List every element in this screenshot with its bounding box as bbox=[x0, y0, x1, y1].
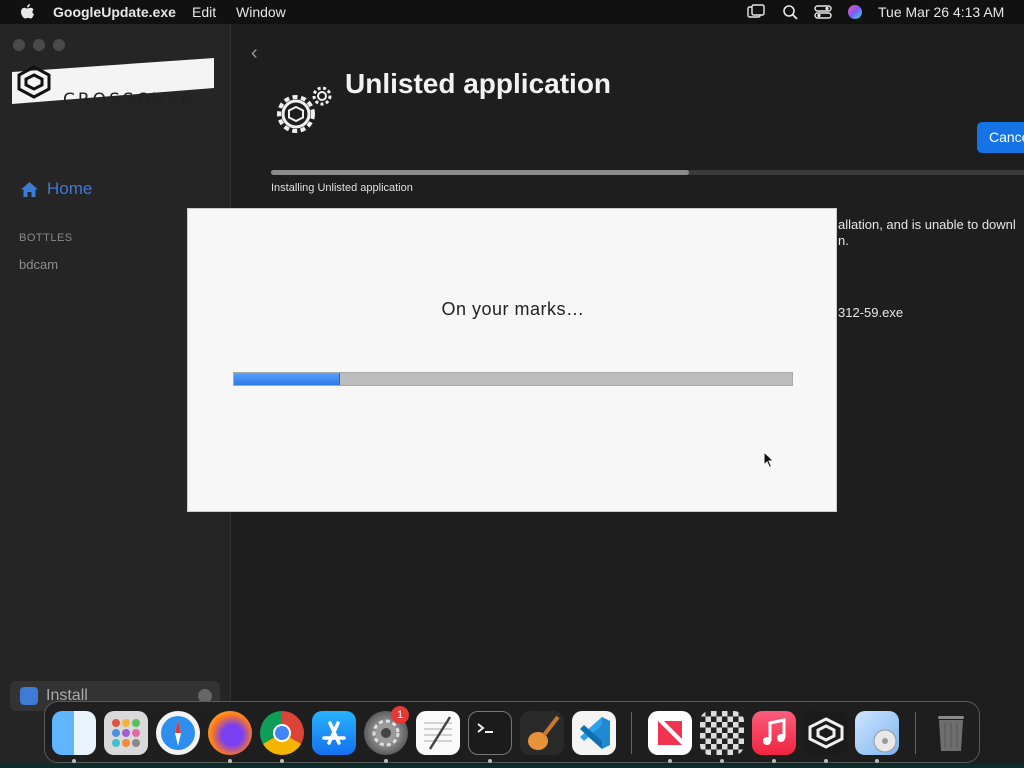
garageband-icon[interactable] bbox=[520, 711, 564, 755]
cancel-button[interactable]: Cance bbox=[977, 122, 1024, 153]
firefox-icon[interactable] bbox=[208, 711, 252, 755]
sidebar-item-home[interactable]: Home bbox=[20, 179, 92, 199]
background-message-line: allation, and is unable to downl bbox=[838, 217, 1016, 232]
dock: 1 bbox=[44, 701, 980, 763]
chess-icon[interactable] bbox=[700, 711, 744, 755]
running-indicator bbox=[384, 759, 388, 763]
screen-mirror-icon[interactable] bbox=[747, 4, 765, 20]
running-indicator bbox=[280, 759, 284, 763]
music-icon[interactable] bbox=[752, 711, 796, 755]
install-status-text: Installing Unlisted application bbox=[271, 182, 413, 194]
siri-icon[interactable] bbox=[846, 4, 864, 20]
finder-icon[interactable] bbox=[52, 711, 96, 755]
chrome-icon[interactable] bbox=[260, 711, 304, 755]
setup-progress-dialog: On your marks… bbox=[187, 208, 837, 512]
install-progress-fill bbox=[271, 170, 689, 175]
vscode-icon[interactable] bbox=[572, 711, 616, 755]
search-icon[interactable] bbox=[782, 4, 800, 20]
edit-menu[interactable]: Edit bbox=[192, 4, 216, 20]
sidebar-item-bdcam[interactable]: bdcam bbox=[19, 257, 58, 272]
app-store-icon[interactable] bbox=[312, 711, 356, 755]
dialog-progress-bar bbox=[233, 372, 793, 386]
installer-icon[interactable] bbox=[855, 711, 899, 755]
running-indicator bbox=[824, 759, 828, 763]
sidebar-item-label: Home bbox=[47, 179, 93, 198]
news-icon[interactable] bbox=[648, 711, 692, 755]
crossover-logo-text: CROSSOVER bbox=[63, 90, 196, 110]
menu-bar: GoogleUpdate.exe Edit Window Tue Mar 26 … bbox=[0, 0, 1024, 24]
dialog-progress-fill bbox=[234, 373, 341, 385]
running-indicator bbox=[72, 759, 76, 763]
page-title: Unlisted application bbox=[345, 68, 612, 99]
running-indicator bbox=[772, 759, 776, 763]
control-center-icon[interactable] bbox=[814, 4, 832, 20]
launchpad-icon[interactable] bbox=[104, 711, 148, 755]
textedit-icon[interactable] bbox=[416, 711, 460, 755]
dialog-message: On your marks… bbox=[441, 299, 585, 319]
running-indicator bbox=[488, 759, 492, 763]
back-chevron-icon[interactable]: ‹ bbox=[251, 42, 258, 65]
notification-badge: 1 bbox=[391, 706, 409, 724]
dock-separator bbox=[915, 712, 916, 754]
desktop-wallpaper-strip bbox=[0, 764, 1024, 768]
background-message-line: n. bbox=[838, 233, 849, 248]
dock-separator bbox=[631, 712, 632, 754]
menu-clock[interactable]: Tue Mar 26 4:13 AM bbox=[878, 4, 1004, 20]
bottles-section-label: BOTTLES bbox=[19, 232, 73, 244]
running-indicator bbox=[875, 759, 879, 763]
terminal-icon[interactable] bbox=[468, 711, 512, 755]
apple-icon[interactable] bbox=[19, 3, 35, 21]
background-filename: 312-59.exe bbox=[838, 305, 904, 320]
app-name-menu[interactable]: GoogleUpdate.exe bbox=[53, 4, 176, 20]
home-icon bbox=[21, 181, 38, 197]
mouse-cursor-icon bbox=[763, 451, 775, 469]
crossover-icon[interactable] bbox=[804, 711, 848, 755]
trash-icon[interactable] bbox=[929, 711, 973, 755]
minimize-window-button[interactable] bbox=[33, 39, 45, 51]
running-indicator bbox=[228, 759, 232, 763]
running-indicator bbox=[668, 759, 672, 763]
zoom-window-button[interactable] bbox=[53, 39, 65, 51]
install-icon bbox=[20, 687, 38, 705]
safari-icon[interactable] bbox=[156, 711, 200, 755]
window-menu[interactable]: Window bbox=[236, 4, 286, 20]
running-indicator bbox=[720, 759, 724, 763]
gears-icon bbox=[277, 86, 332, 133]
close-window-button[interactable] bbox=[13, 39, 25, 51]
install-progress-bar bbox=[271, 170, 1024, 175]
